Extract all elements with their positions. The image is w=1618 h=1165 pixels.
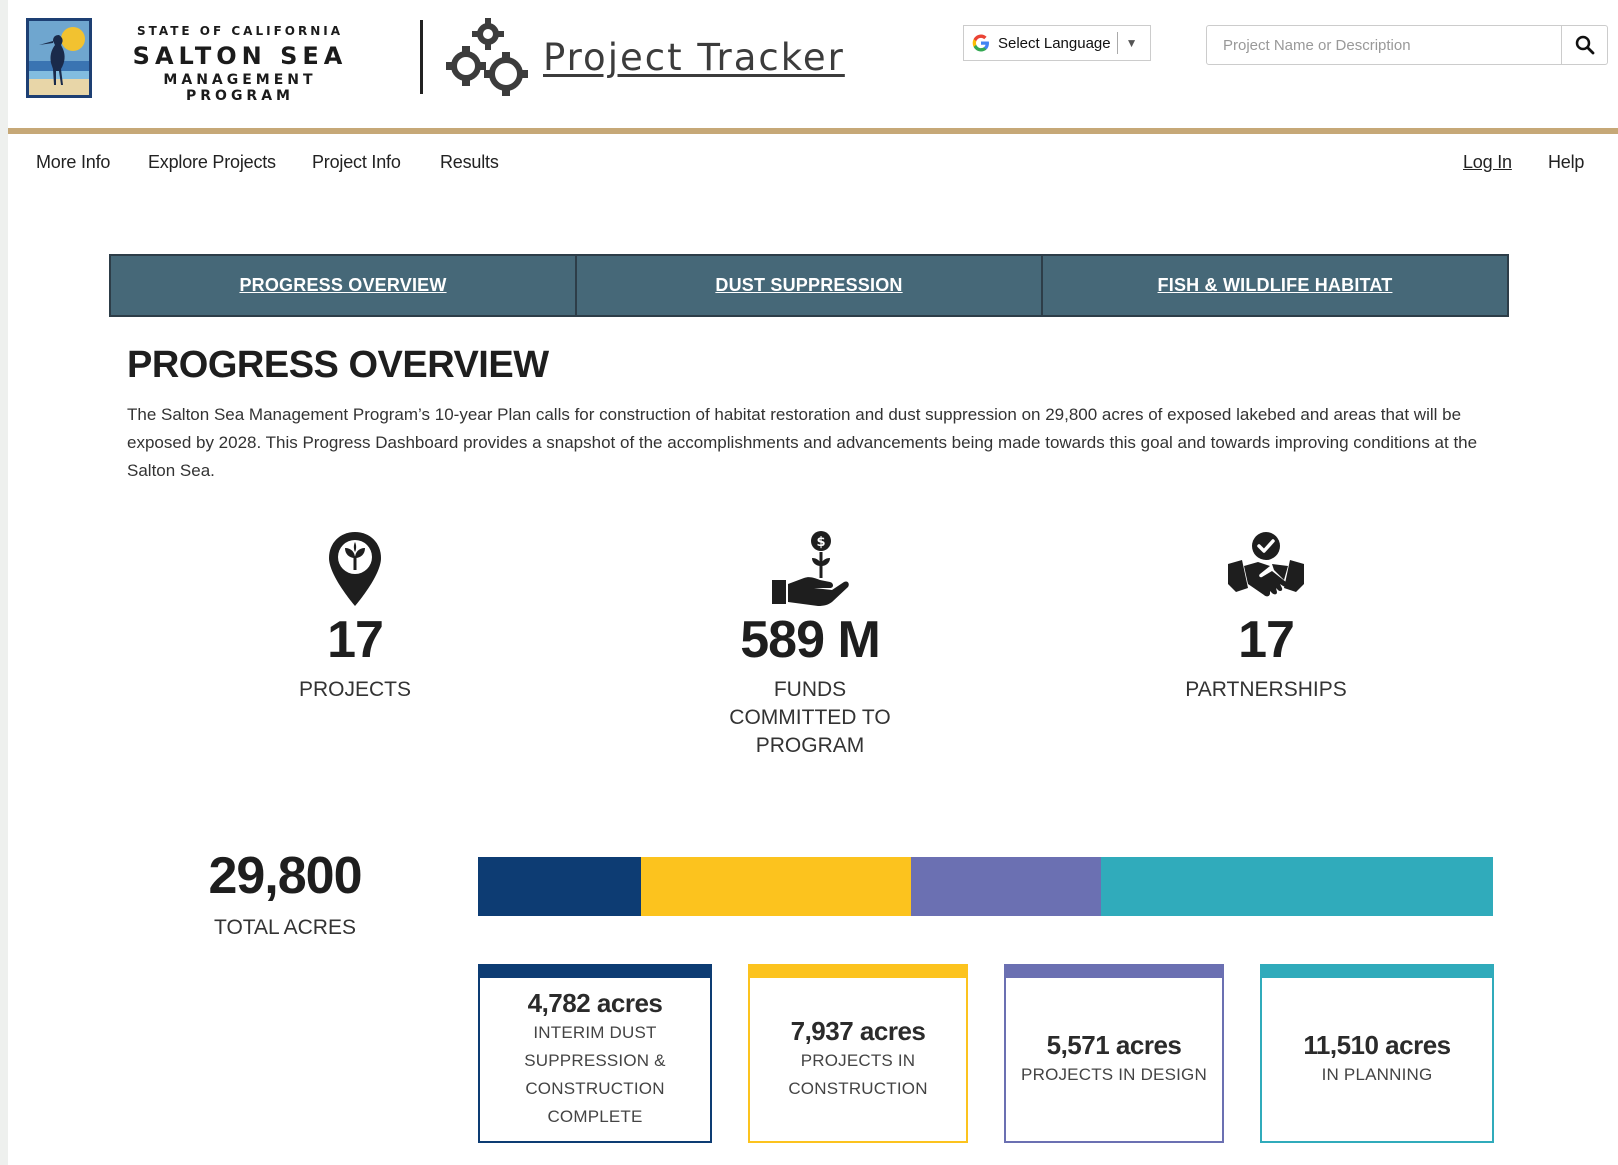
svg-text:$: $ [816,535,825,550]
header-divider [420,20,423,94]
logo-line-program: MANAGEMENT PROGRAM [163,72,317,104]
project-tracker-link[interactable]: Project Tracker [543,36,845,79]
gears-icon [446,18,528,96]
language-label: Select Language [998,34,1111,52]
search-button[interactable] [1561,26,1607,64]
stat-funds: $ 589 M FUNDS COMMITTED TO PROGRAM [680,530,940,760]
handshake-check-icon [1228,532,1304,597]
stat-label: PROJECTS [225,676,485,704]
tab-fish-wildlife-habitat[interactable]: FISH & WILDLIFE HABITAT [1043,256,1507,315]
tab-progress-overview[interactable]: PROGRESS OVERVIEW [111,256,577,315]
page-title: PROGRESS OVERVIEW [127,344,549,386]
acre-label-line: CONSTRUCTION [525,1079,665,1098]
site-header: STATE OF CALIFORNIA SALTON SEA MANAGEMEN… [8,0,1618,128]
acre-card-complete: 4,782 acres INTERIM DUST SUPPRESSION & C… [478,964,712,1143]
language-separator [1116,32,1118,54]
stat-label-line: PROGRAM [755,734,865,757]
main-nav: More Info Explore Projects Project Info … [8,134,1618,190]
help-link[interactable]: Help [1548,152,1584,173]
program-name: STATE OF CALIFORNIA SALTON SEA MANAGEMEN… [108,24,372,104]
google-icon [972,34,989,52]
heron-logo-icon [29,21,89,95]
acre-label-line: IN PLANNING [1321,1065,1433,1084]
stat-label: PARTNERSHIPS [1136,676,1396,704]
acres-progress-bar [478,857,1493,916]
chevron-down-icon: ▼ [1125,36,1138,50]
login-link[interactable]: Log In [1463,152,1512,173]
nav-explore-projects[interactable]: Explore Projects [148,152,276,173]
map-pin-sprout-icon [329,532,381,606]
acre-value: 5,571 acres [1046,1030,1182,1060]
acre-label-line: COMPLETE [547,1107,643,1126]
acre-card-construction: 7,937 acres PROJECTS IN CONSTRUCTION [748,964,968,1143]
nav-results[interactable]: Results [440,152,499,173]
logo-line-salton-sea: SALTON SEA [132,42,348,70]
progress-segment-planning [1100,857,1493,916]
stat-label-line: PARTNERSHIPS [1185,678,1347,701]
hand-money-plant-icon: $ [772,531,849,606]
acre-value: 11,510 acres [1303,1030,1451,1060]
acre-label-line: PROJECTS IN DESIGN [1021,1065,1207,1084]
stat-label-line: COMMITTED TO [729,706,891,729]
progress-segment-design [911,857,1101,916]
dashboard-tabs: PROGRESS OVERVIEW DUST SUPPRESSION FISH … [109,254,1509,317]
logo-line-state: STATE OF CALIFORNIA [136,24,344,38]
acre-value: 4,782 acres [527,988,663,1018]
intro-paragraph: The Salton Sea Management Program’s 10-y… [127,405,1478,480]
progress-segment-complete [478,857,641,916]
acre-card-design: 5,571 acres PROJECTS IN DESIGN [1004,964,1224,1143]
total-acres-value: 29,800 [208,847,362,905]
acre-label-line: CONSTRUCTION [788,1079,928,1098]
acre-label-line: PROJECTS IN [800,1051,916,1070]
stat-value: 589 M [740,611,881,669]
page-edge [0,0,8,1165]
stat-label-line: FUNDS [773,678,847,701]
nav-project-info[interactable]: Project Info [312,152,401,173]
search-input[interactable] [1207,26,1563,64]
stat-label-line: PROJECTS [298,678,411,701]
progress-segment-construction [640,857,912,916]
tab-dust-suppression[interactable]: DUST SUPPRESSION [577,256,1043,315]
stat-partnerships: 17 PARTNERSHIPS [1136,530,1396,704]
acre-value: 7,937 acres [790,1016,926,1046]
stat-projects: 17 PROJECTS [225,530,485,704]
language-select[interactable]: Select Language ▼ [963,25,1151,61]
acre-label-line: INTERIM DUST [533,1023,657,1042]
salton-sea-logo[interactable] [26,18,92,98]
nav-more-info[interactable]: More Info [36,152,110,173]
stat-value: 17 [1238,611,1295,669]
acre-label-line: SUPPRESSION & [524,1051,666,1070]
search-box [1206,25,1608,65]
acre-card-planning: 11,510 acres IN PLANNING [1260,964,1494,1143]
search-icon [1575,35,1594,55]
stat-value: 17 [327,611,384,669]
stat-label: FUNDS COMMITTED TO PROGRAM [680,676,940,760]
total-acres-label: TOTAL ACRES [214,916,356,939]
